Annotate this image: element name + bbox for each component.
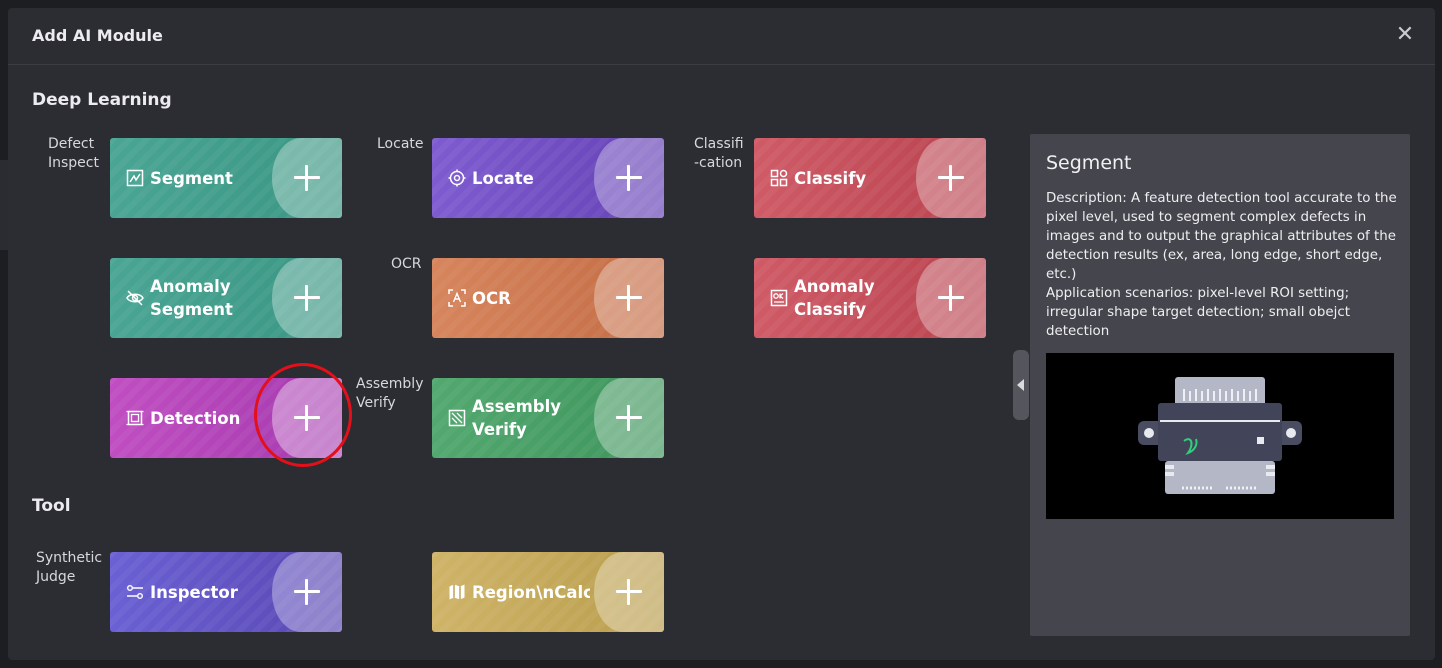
add-ocr-button[interactable] (594, 258, 664, 338)
add-detection-button[interactable] (272, 378, 342, 458)
section-title-deep-learning: Deep Learning (32, 90, 172, 110)
module-card-detection[interactable]: Detection (110, 378, 342, 458)
plus-icon (292, 283, 322, 313)
category-label-assembly-verify: Assembly Verify (356, 376, 424, 411)
sliders-icon (127, 585, 143, 599)
category-label-synthetic-judge: Synthetic Judge (36, 550, 103, 585)
add-region-calc-button[interactable] (594, 552, 664, 632)
bounding-box-icon (126, 410, 144, 426)
category-label-classification: Classifi -cation (694, 136, 744, 171)
crosshair-icon (448, 169, 466, 187)
module-label: Region\nCalcu (472, 582, 590, 602)
grid-shapes-icon (770, 169, 788, 187)
add-assembly-verify-button[interactable] (594, 378, 664, 458)
module-card-segment[interactable]: Segment (110, 138, 342, 218)
section-title-tool: Tool (32, 496, 71, 516)
module-card-locate[interactable]: Locate (432, 138, 664, 218)
add-anomaly-segment-button[interactable] (272, 258, 342, 338)
close-icon: ✕ (1395, 22, 1415, 47)
add-anomaly-classify-button[interactable] (916, 258, 986, 338)
collapse-panel-handle[interactable] (1013, 350, 1029, 420)
plus-icon (292, 403, 322, 433)
plus-icon (292, 163, 322, 193)
dialog-header: Add AI Module ✕ (8, 8, 1435, 65)
add-inspector-button[interactable] (272, 552, 342, 632)
detail-description-text: Description: A feature detection tool ac… (1046, 191, 1397, 282)
module-preview-image (1046, 353, 1394, 519)
plus-icon (292, 577, 322, 607)
module-card-classify[interactable]: Classify (754, 138, 986, 218)
text-scan-icon (448, 289, 466, 307)
detail-description: Description: A feature detection tool ac… (1046, 189, 1402, 341)
detail-application-scenarios: Application scenarios: pixel-level ROI s… (1046, 286, 1350, 339)
plus-icon (614, 403, 644, 433)
module-detail-panel: Segment Description: A feature detection… (1030, 134, 1410, 636)
module-card-anomaly-segment[interactable]: Anomaly Segment (110, 258, 342, 338)
eye-off-icon (126, 290, 144, 306)
background-window-strip (0, 160, 8, 250)
add-segment-button[interactable] (272, 138, 342, 218)
map-icon (449, 584, 465, 600)
add-classify-button[interactable] (916, 138, 986, 218)
plus-icon (936, 163, 966, 193)
dialog-title: Add AI Module (32, 26, 163, 45)
module-card-ocr[interactable]: OCR (432, 258, 664, 338)
module-card-assembly-verify[interactable]: Assembly Verify (432, 378, 664, 458)
plus-icon (614, 577, 644, 607)
plus-icon (614, 283, 644, 313)
ok-badge-icon (770, 289, 788, 307)
category-label-locate: Locate (377, 136, 424, 152)
category-label-defect-inspect: Defect Inspect (48, 136, 99, 171)
connector-illustration (1138, 377, 1302, 494)
module-card-region-calc[interactable]: Region\nCalcu (432, 552, 664, 632)
assembly-check-icon (448, 409, 466, 427)
module-card-inspector[interactable]: Inspector (110, 552, 342, 632)
category-label-ocr: OCR (391, 256, 422, 272)
add-ai-module-dialog: Add AI Module ✕ Deep Learning Defect Ins… (8, 8, 1435, 660)
plus-icon (936, 283, 966, 313)
module-card-anomaly-classify[interactable]: Anomaly Classify (754, 258, 986, 338)
detail-title: Segment (1046, 152, 1132, 174)
plus-icon (614, 163, 644, 193)
add-locate-button[interactable] (594, 138, 664, 218)
close-button[interactable]: ✕ (1393, 22, 1417, 48)
segment-icon (126, 169, 144, 187)
